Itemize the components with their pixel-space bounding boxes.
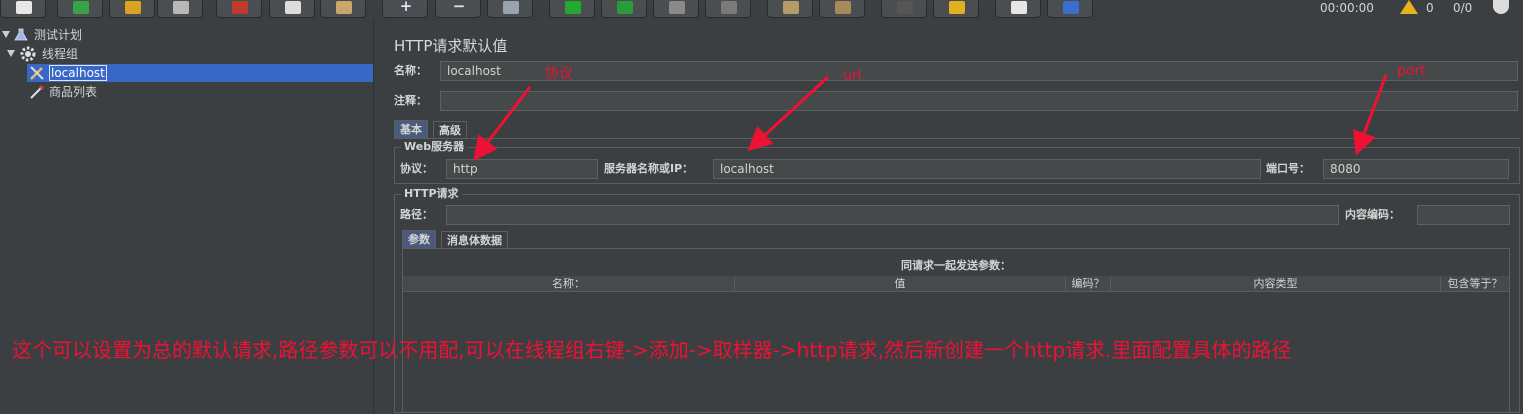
tab-advanced[interactable]: 高级 xyxy=(433,121,467,139)
path-field[interactable] xyxy=(446,205,1339,225)
cut-icon xyxy=(232,1,248,14)
clear-all-button[interactable] xyxy=(819,0,865,18)
encoding-field[interactable] xyxy=(1417,205,1510,225)
column-header-include-equals[interactable]: 包含等于？ xyxy=(1441,276,1509,291)
wrench-icon xyxy=(29,65,45,81)
start-icon xyxy=(565,1,581,14)
function-helper-icon xyxy=(1011,1,1027,14)
annotation-url: url xyxy=(843,68,862,84)
toggle-icon xyxy=(503,1,519,14)
paste-button[interactable] xyxy=(320,0,366,18)
collapse-arrow-icon[interactable] xyxy=(2,31,10,38)
port-field[interactable]: 8080 xyxy=(1323,159,1509,179)
path-label: 路径： xyxy=(400,208,433,221)
paste-icon xyxy=(336,1,352,14)
comment-field[interactable] xyxy=(440,91,1518,111)
toggle-button[interactable] xyxy=(487,0,533,18)
templates-icon xyxy=(73,1,89,14)
warning-icon[interactable] xyxy=(1400,0,1418,14)
copy-icon xyxy=(285,1,301,14)
clear-all-icon xyxy=(835,1,851,14)
expand-button[interactable]: + xyxy=(382,0,428,18)
new-icon xyxy=(16,1,32,14)
elapsed-timer: 00:00:00 xyxy=(1320,1,1374,15)
protocol-field[interactable]: http xyxy=(446,159,598,179)
collapse-button[interactable]: − xyxy=(435,0,481,18)
flask-icon xyxy=(14,28,28,42)
tab-body-data[interactable]: 消息体数据 xyxy=(441,231,508,249)
shutdown-button[interactable] xyxy=(705,0,751,18)
templates-button[interactable] xyxy=(57,0,103,18)
tree-item-test-plan[interactable]: 测试计划 xyxy=(0,26,200,44)
protocol-label: 协议： xyxy=(400,162,433,175)
http-request-group-title: HTTP请求 xyxy=(401,187,462,201)
tree-item-label: 商品列表 xyxy=(49,85,98,99)
web-server-group-title: Web服务器 xyxy=(401,140,468,154)
column-header-value[interactable]: 值 xyxy=(735,276,1066,291)
open-button[interactable] xyxy=(109,0,155,18)
parameters-table: 同请求一起发送参数： 名称： 值 编码？ 内容类型 包含等于？ xyxy=(402,248,1510,413)
tree-item-localhost[interactable]: localhost xyxy=(27,64,373,82)
tree-item-label: 线程组 xyxy=(42,47,79,61)
collapse-arrow-icon[interactable] xyxy=(7,50,15,57)
server-field[interactable]: localhost xyxy=(713,159,1261,179)
thread-ratio: 0/0 xyxy=(1453,1,1473,15)
expand-icon: + xyxy=(399,0,413,15)
start-no-pause-icon xyxy=(617,1,633,14)
function-helper-button[interactable] xyxy=(995,0,1041,18)
start-no-pause-button[interactable] xyxy=(601,0,647,18)
page-title: HTTP请求默认值 xyxy=(394,37,508,55)
gear-icon xyxy=(20,46,36,62)
column-header-encode[interactable]: 编码？ xyxy=(1066,276,1111,291)
tree-item-label: 测试计划 xyxy=(34,28,83,42)
collapse-icon: − xyxy=(452,0,466,15)
reset-search-icon xyxy=(949,1,965,14)
tab-basic[interactable]: 基本 xyxy=(394,120,428,138)
annotation-caption: 这个可以设置为总的默认请求,路径参数可以不用配,可以在线程组右键->添加->取样… xyxy=(12,338,1292,362)
name-field[interactable]: localhost xyxy=(440,61,1518,81)
cut-button[interactable] xyxy=(216,0,262,18)
clear-icon xyxy=(783,1,799,14)
save-button[interactable] xyxy=(157,0,203,18)
tab-parameters[interactable]: 参数 xyxy=(402,230,436,248)
tree-item-thread-group[interactable]: 线程组 xyxy=(0,45,200,63)
warning-count: 0 xyxy=(1426,1,1434,15)
table-header: 名称： 值 编码？ 内容类型 包含等于？ xyxy=(403,276,1509,292)
shutdown-icon xyxy=(721,1,737,14)
clear-button[interactable] xyxy=(767,0,813,18)
pipette-icon xyxy=(29,84,45,100)
reset-search-button[interactable] xyxy=(933,0,979,18)
column-header-name[interactable]: 名称： xyxy=(403,276,735,291)
annotation-port: port xyxy=(1397,63,1426,79)
comment-label: 注释： xyxy=(394,94,427,107)
tree-item-product-list[interactable]: 商品列表 xyxy=(27,83,227,101)
toolbar: + − 00:00:00 0 0/0 xyxy=(0,0,1523,20)
annotation-protocol: 协议 xyxy=(545,66,573,82)
search-icon xyxy=(897,1,913,14)
tree-item-label: localhost xyxy=(49,65,107,81)
remote-status-icon[interactable] xyxy=(1493,0,1509,14)
copy-button[interactable] xyxy=(269,0,315,18)
help-button[interactable] xyxy=(1047,0,1093,18)
search-button[interactable] xyxy=(881,0,927,18)
save-icon xyxy=(173,1,189,14)
stop-button[interactable] xyxy=(653,0,699,18)
column-header-content-type[interactable]: 内容类型 xyxy=(1111,276,1441,291)
open-icon xyxy=(125,1,141,14)
stop-icon xyxy=(669,1,685,14)
parameters-caption: 同请求一起发送参数： xyxy=(901,259,1011,272)
server-label: 服务器名称或IP： xyxy=(604,162,694,175)
start-button[interactable] xyxy=(549,0,595,18)
port-label: 端口号： xyxy=(1266,162,1310,175)
new-button[interactable] xyxy=(0,0,46,18)
help-icon xyxy=(1063,1,1079,14)
encoding-label: 内容编码： xyxy=(1345,208,1400,221)
name-label: 名称： xyxy=(394,64,427,77)
